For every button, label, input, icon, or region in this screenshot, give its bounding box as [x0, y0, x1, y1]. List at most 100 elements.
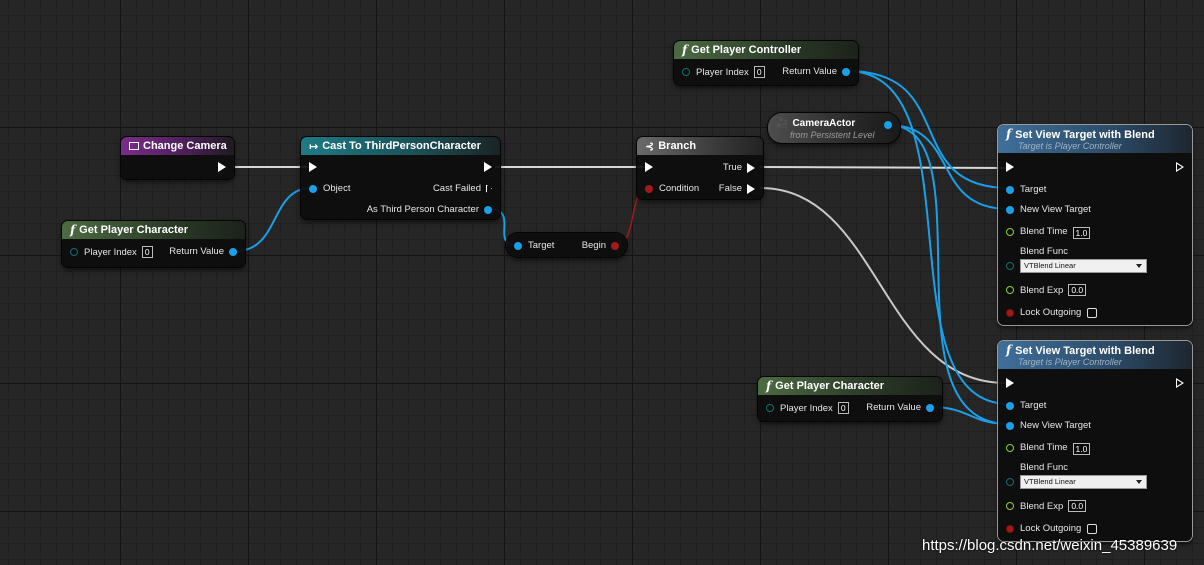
target-label: Target	[1020, 400, 1047, 411]
function-icon: f	[682, 43, 688, 57]
chevron-down-icon	[1136, 480, 1142, 484]
cast-failed-pin[interactable]	[486, 184, 492, 193]
player-index-pin[interactable]	[682, 68, 690, 76]
new-view-target-pin[interactable]	[1006, 421, 1014, 430]
node-subtitle: from Persistent Level	[790, 130, 875, 140]
object-label: Object	[323, 183, 351, 194]
player-index-input[interactable]: 0	[753, 66, 765, 78]
node-title: Cast To ThirdPersonCharacter	[322, 140, 481, 152]
begin-pin[interactable]	[611, 241, 619, 250]
lock-outgoing-checkbox[interactable]	[1087, 523, 1098, 534]
set-view-target-node[interactable]: f Set View Target with Blend Target is Pla…	[998, 125, 1192, 325]
target-pin[interactable]	[1006, 185, 1014, 194]
return-value-label: Return Value	[169, 246, 224, 257]
lock-outgoing-pin[interactable]	[1006, 524, 1014, 533]
get-player-character-node[interactable]: f Get Player Character Player Index 0 Retu…	[62, 221, 245, 267]
watermark: https://blog.csdn.net/weixin_45389639	[922, 537, 1178, 554]
lock-outgoing-checkbox[interactable]	[1087, 307, 1098, 318]
new-view-target-label: New View Target	[1020, 204, 1091, 215]
condition-label: Condition	[659, 183, 700, 194]
blend-time-input[interactable]: 1.0	[1072, 443, 1091, 455]
lock-outgoing-label: Lock Outgoing	[1020, 307, 1082, 318]
condition-pin[interactable]	[645, 184, 653, 193]
blend-exp-label: Blend Exp	[1020, 500, 1064, 512]
player-index-input[interactable]: 0	[837, 402, 849, 414]
target-pin[interactable]	[1006, 401, 1014, 410]
return-value-label: Return Value	[782, 66, 837, 77]
camera-actor-pin[interactable]	[884, 121, 892, 129]
new-view-target-pin[interactable]	[1006, 205, 1014, 214]
blend-func-value: VTBlend Linear	[1024, 477, 1076, 486]
blend-func-select[interactable]: VTBlend Linear	[1020, 259, 1147, 273]
set-view-target-node[interactable]: f Set View Target with Blend Target is Pla…	[998, 341, 1192, 541]
exec-wire	[759, 166, 1007, 169]
branch-node[interactable]: ⊰ Branch True Condition False	[637, 137, 763, 199]
change-camera-node[interactable]: Change Camera	[121, 137, 234, 179]
get-player-controller-node[interactable]: f Get Player Controller Player Index 0 Ret…	[674, 41, 858, 85]
blend-exp-input[interactable]: 0.0	[1068, 284, 1087, 296]
blend-time-label: Blend Time	[1020, 226, 1068, 237]
object-pin[interactable]	[309, 184, 317, 193]
node-title: Get Player Character	[775, 380, 885, 392]
camera-actor-node[interactable]: 🎥 CameraActor from Persistent Level	[768, 113, 900, 143]
blend-time-pin[interactable]	[1006, 443, 1014, 452]
node-subtitle: Target is Player Controller	[1018, 141, 1122, 151]
false-exec-pin[interactable]	[747, 183, 755, 194]
blend-exp-pin[interactable]	[1006, 286, 1014, 294]
cast-node[interactable]: ↦ Cast To ThirdPersonCharacter Object Cas…	[301, 137, 500, 219]
true-exec-pin[interactable]	[747, 162, 755, 173]
function-icon: f	[766, 379, 772, 393]
blend-exp-label: Blend Exp	[1020, 284, 1064, 296]
chevron-down-icon	[1136, 264, 1142, 268]
node-title: Set View Target with Blend	[1015, 129, 1155, 141]
blend-time-label: Blend Time	[1020, 442, 1068, 453]
blend-func-select[interactable]: VTBlend Linear	[1020, 475, 1147, 489]
new-view-target-label: New View Target	[1020, 420, 1091, 431]
node-title: Change Camera	[143, 140, 227, 152]
blend-func-label: Blend Func	[1020, 246, 1069, 257]
begin-label: Begin	[581, 240, 606, 251]
lock-outgoing-label: Lock Outgoing	[1020, 523, 1082, 534]
lock-outgoing-pin[interactable]	[1006, 308, 1014, 317]
return-value-pin[interactable]	[842, 67, 850, 76]
target-label: Target	[528, 240, 555, 251]
blend-func-value: VTBlend Linear	[1024, 261, 1076, 270]
event-icon	[129, 142, 139, 150]
exec-in-pin[interactable]	[1006, 162, 1014, 172]
node-subtitle: Target is Player Controller	[1018, 357, 1122, 367]
exec-in-pin[interactable]	[1006, 378, 1014, 388]
false-label: False	[718, 183, 742, 194]
function-icon: f	[1006, 343, 1012, 357]
player-index-input[interactable]: 0	[141, 246, 153, 258]
player-index-pin[interactable]	[766, 404, 774, 412]
function-icon: f	[70, 223, 76, 237]
as-character-pin[interactable]	[484, 205, 492, 214]
blend-func-label: Blend Func	[1020, 462, 1069, 473]
blend-time-input[interactable]: 1.0	[1072, 227, 1091, 239]
blend-func-pin[interactable]	[1006, 478, 1014, 486]
target-pin[interactable]	[514, 241, 522, 250]
compact-node[interactable]: Target Begin	[506, 233, 627, 257]
exec-out-pin[interactable]	[484, 162, 492, 172]
function-icon: f	[1006, 127, 1012, 141]
return-value-label: Return Value	[866, 402, 921, 413]
return-value-pin[interactable]	[229, 247, 237, 256]
node-title: Get Player Controller	[691, 44, 802, 56]
camera-icon: 🎥	[776, 118, 789, 129]
cast-failed-label: Cast Failed	[432, 183, 481, 194]
blend-func-pin[interactable]	[1006, 262, 1014, 270]
target-label: Target	[1020, 184, 1047, 195]
get-player-character-node[interactable]: f Get Player Character Player Index 0 Retu…	[758, 377, 942, 421]
blend-exp-input[interactable]: 0.0	[1068, 500, 1087, 512]
exec-out-pin[interactable]	[1176, 378, 1184, 388]
as-character-label: As Third Person Character	[366, 204, 479, 215]
blend-time-pin[interactable]	[1006, 227, 1014, 236]
player-index-pin[interactable]	[70, 248, 78, 256]
exec-wire	[759, 187, 1007, 384]
object-wire	[235, 187, 312, 252]
blend-exp-pin[interactable]	[1006, 502, 1014, 510]
exec-in-pin[interactable]	[309, 162, 317, 172]
exec-in-pin[interactable]	[645, 162, 653, 172]
exec-out-pin[interactable]	[218, 162, 226, 172]
return-value-pin[interactable]	[926, 403, 934, 412]
